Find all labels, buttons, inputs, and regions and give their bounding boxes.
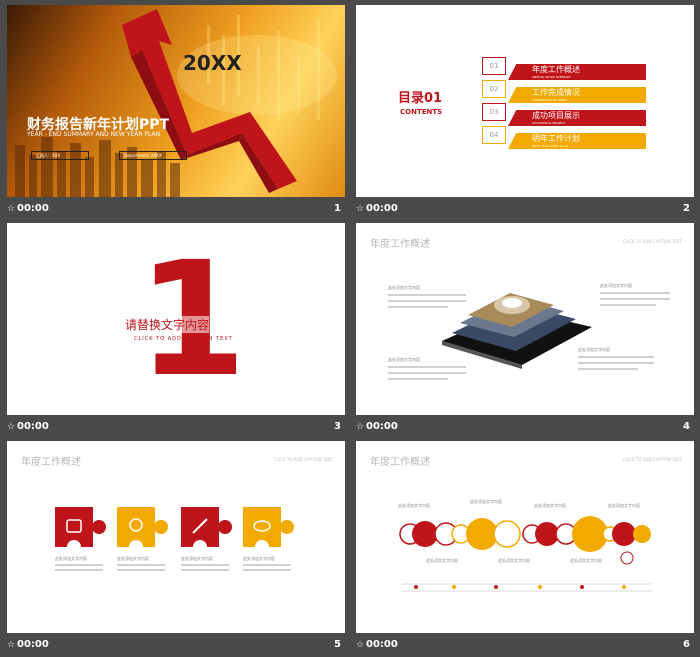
timeline-node-label: 此处添加文字内容 <box>608 503 640 508</box>
callout-text-line <box>388 300 466 302</box>
callout-text-line <box>388 372 466 374</box>
toc-item[interactable]: 04 明年工作计划 NEXT YEAR WORK PLAN <box>482 126 646 149</box>
toc-item-label: 成功项目展示 <box>532 111 580 120</box>
callout-label: 此处添加文字内容 <box>600 283 632 288</box>
slide-number: 4 <box>683 421 690 432</box>
callout-text-line <box>388 366 466 368</box>
toc-item-sub: SUCCESSFUL PROJECT <box>532 121 566 125</box>
puzzle-piece-red <box>55 507 106 554</box>
puzzle-piece-yellow <box>243 507 294 554</box>
toc-item-label: 工作完成情况 <box>532 88 580 97</box>
toc-item-label: 年度工作概述 <box>532 65 580 74</box>
puzzle-text-line <box>117 564 165 566</box>
puzzle-label: 此处添加文字内容 <box>117 556 149 561</box>
toc-item[interactable]: 02 工作完成情况 COMPLETION OF WORK <box>482 80 646 103</box>
slide-1[interactable]: 20XX 财务报告新年计划PPT YEAR - END SUMMARY AND … <box>7 5 345 197</box>
toc-item[interactable]: 01 年度工作概述 ANNUAL WORK SUMMARY <box>482 57 646 80</box>
slide-1-bar: ☆ 00:00 1 <box>7 197 345 221</box>
timeline-graphic <box>399 516 652 592</box>
puzzle-text-line <box>55 569 103 571</box>
transition-icon: ☆ <box>356 204 365 214</box>
timeline-node-label: 此处添加文字内容 <box>498 558 530 563</box>
timeline-node-label: 此处添加文字内容 <box>570 558 602 563</box>
transition-icon: ☆ <box>356 422 365 432</box>
slide-2[interactable]: 目录01 CONTENTS 01 年度工作概述 ANNUAL WORK SUMM… <box>356 5 694 197</box>
callout-text-line <box>578 356 654 358</box>
slide-number: 2 <box>683 203 690 214</box>
callout-text-line <box>578 362 654 364</box>
slide-5[interactable]: 年度工作概述 CLICK TO ADD CAPTION TEXT 此处添加文字内… <box>7 441 345 633</box>
toc-item-number: 03 <box>482 103 506 121</box>
phone-image <box>442 293 592 369</box>
slide-3-bar: ☆ 00:00 3 <box>7 415 345 439</box>
section-heading: 请替换文字内容 <box>125 316 210 333</box>
slide-time: 00:00 <box>17 421 49 432</box>
slide-time: 00:00 <box>17 639 49 650</box>
slide-number: 3 <box>334 421 341 432</box>
callout-text-line <box>388 378 448 380</box>
name-label: 汇报人：XXX <box>31 151 89 160</box>
callout-label: 此处添加文字内容 <box>578 347 610 352</box>
toc-item-sub: COMPLETION OF WORK <box>532 98 568 102</box>
transition-icon: ☆ <box>7 422 16 432</box>
slide-4[interactable]: 年度工作概述 CLICK TO ADD CAPTION TEXT 此处添加文字内… <box>356 223 694 415</box>
callout-text-line <box>388 306 448 308</box>
timeline-node-label: 此处添加文字内容 <box>470 499 502 504</box>
transition-icon: ☆ <box>7 204 16 214</box>
callout-text-line <box>600 304 656 306</box>
toc-subtitle: CONTENTS <box>400 108 443 116</box>
puzzle-text-line <box>181 564 229 566</box>
toc-item-label: 明年工作计划 <box>532 134 580 143</box>
slide-3[interactable]: 1 请替换文字内容 CLICK TO ADD CAPTION TEXT <box>7 223 345 415</box>
slide-6[interactable]: 年度工作概述 CLICK TO ADD CAPTION TEXT 此处添加文字内… <box>356 441 694 633</box>
callout-text-line <box>600 298 670 300</box>
subtitle-text: YEAR - END SUMMARY AND NEW YEAR PLAN <box>27 131 161 138</box>
callout-label: 此处添加文字内容 <box>388 285 420 290</box>
slide-2-bar: ☆ 00:00 2 <box>356 197 694 221</box>
puzzle-label: 此处添加文字内容 <box>243 556 275 561</box>
toc-item[interactable]: 03 成功项目展示 SUCCESSFUL PROJECT <box>482 103 646 126</box>
puzzle-label: 此处添加文字内容 <box>181 556 213 561</box>
puzzle-piece-yellow <box>117 507 168 554</box>
puzzle-text-line <box>55 564 103 566</box>
year-label: 20XX <box>183 51 242 75</box>
timeline-node-label: 此处添加文字内容 <box>534 503 566 508</box>
slide-4-bar: ☆ 00:00 4 <box>356 415 694 439</box>
callout-text-line <box>600 292 670 294</box>
slide-time: 00:00 <box>366 421 398 432</box>
callout-label: 此处添加文字内容 <box>388 357 420 362</box>
puzzle-text-line <box>117 569 165 571</box>
toc-item-number: 02 <box>482 80 506 98</box>
timeline-node-label: 此处添加文字内容 <box>398 503 430 508</box>
puzzle-piece-red <box>181 507 232 554</box>
callout-text-line <box>388 294 466 296</box>
toc-item-number: 04 <box>482 126 506 144</box>
slide-6-bar: ☆ 00:00 6 <box>356 633 694 657</box>
slide-time: 00:00 <box>366 203 398 214</box>
timeline-node-label: 此处添加文字内容 <box>426 558 458 563</box>
slide-time: 00:00 <box>366 639 398 650</box>
slide-time: 00:00 <box>17 203 49 214</box>
toc-item-sub: ANNUAL WORK SUMMARY <box>532 75 571 79</box>
toc-title: 目录01 <box>398 91 443 106</box>
callout-text-line <box>578 368 638 370</box>
slide-5-bar: ☆ 00:00 5 <box>7 633 345 657</box>
puzzle-label: 此处添加文字内容 <box>55 556 87 561</box>
puzzle-text-line <box>243 564 291 566</box>
slide-number: 1 <box>334 203 341 214</box>
toc-item-number: 01 <box>482 57 506 75</box>
toc-item-sub: NEXT YEAR WORK PLAN <box>532 144 568 148</box>
red-arrow-graphic <box>122 9 297 193</box>
department-label: Department: XXXX <box>119 151 187 160</box>
slide-number: 5 <box>334 639 341 650</box>
puzzle-text-line <box>243 569 291 571</box>
slide-number: 6 <box>683 639 690 650</box>
puzzle-text-line <box>181 569 229 571</box>
section-caption: CLICK TO ADD CAPTION TEXT <box>134 336 233 342</box>
puzzle-row <box>55 507 294 554</box>
